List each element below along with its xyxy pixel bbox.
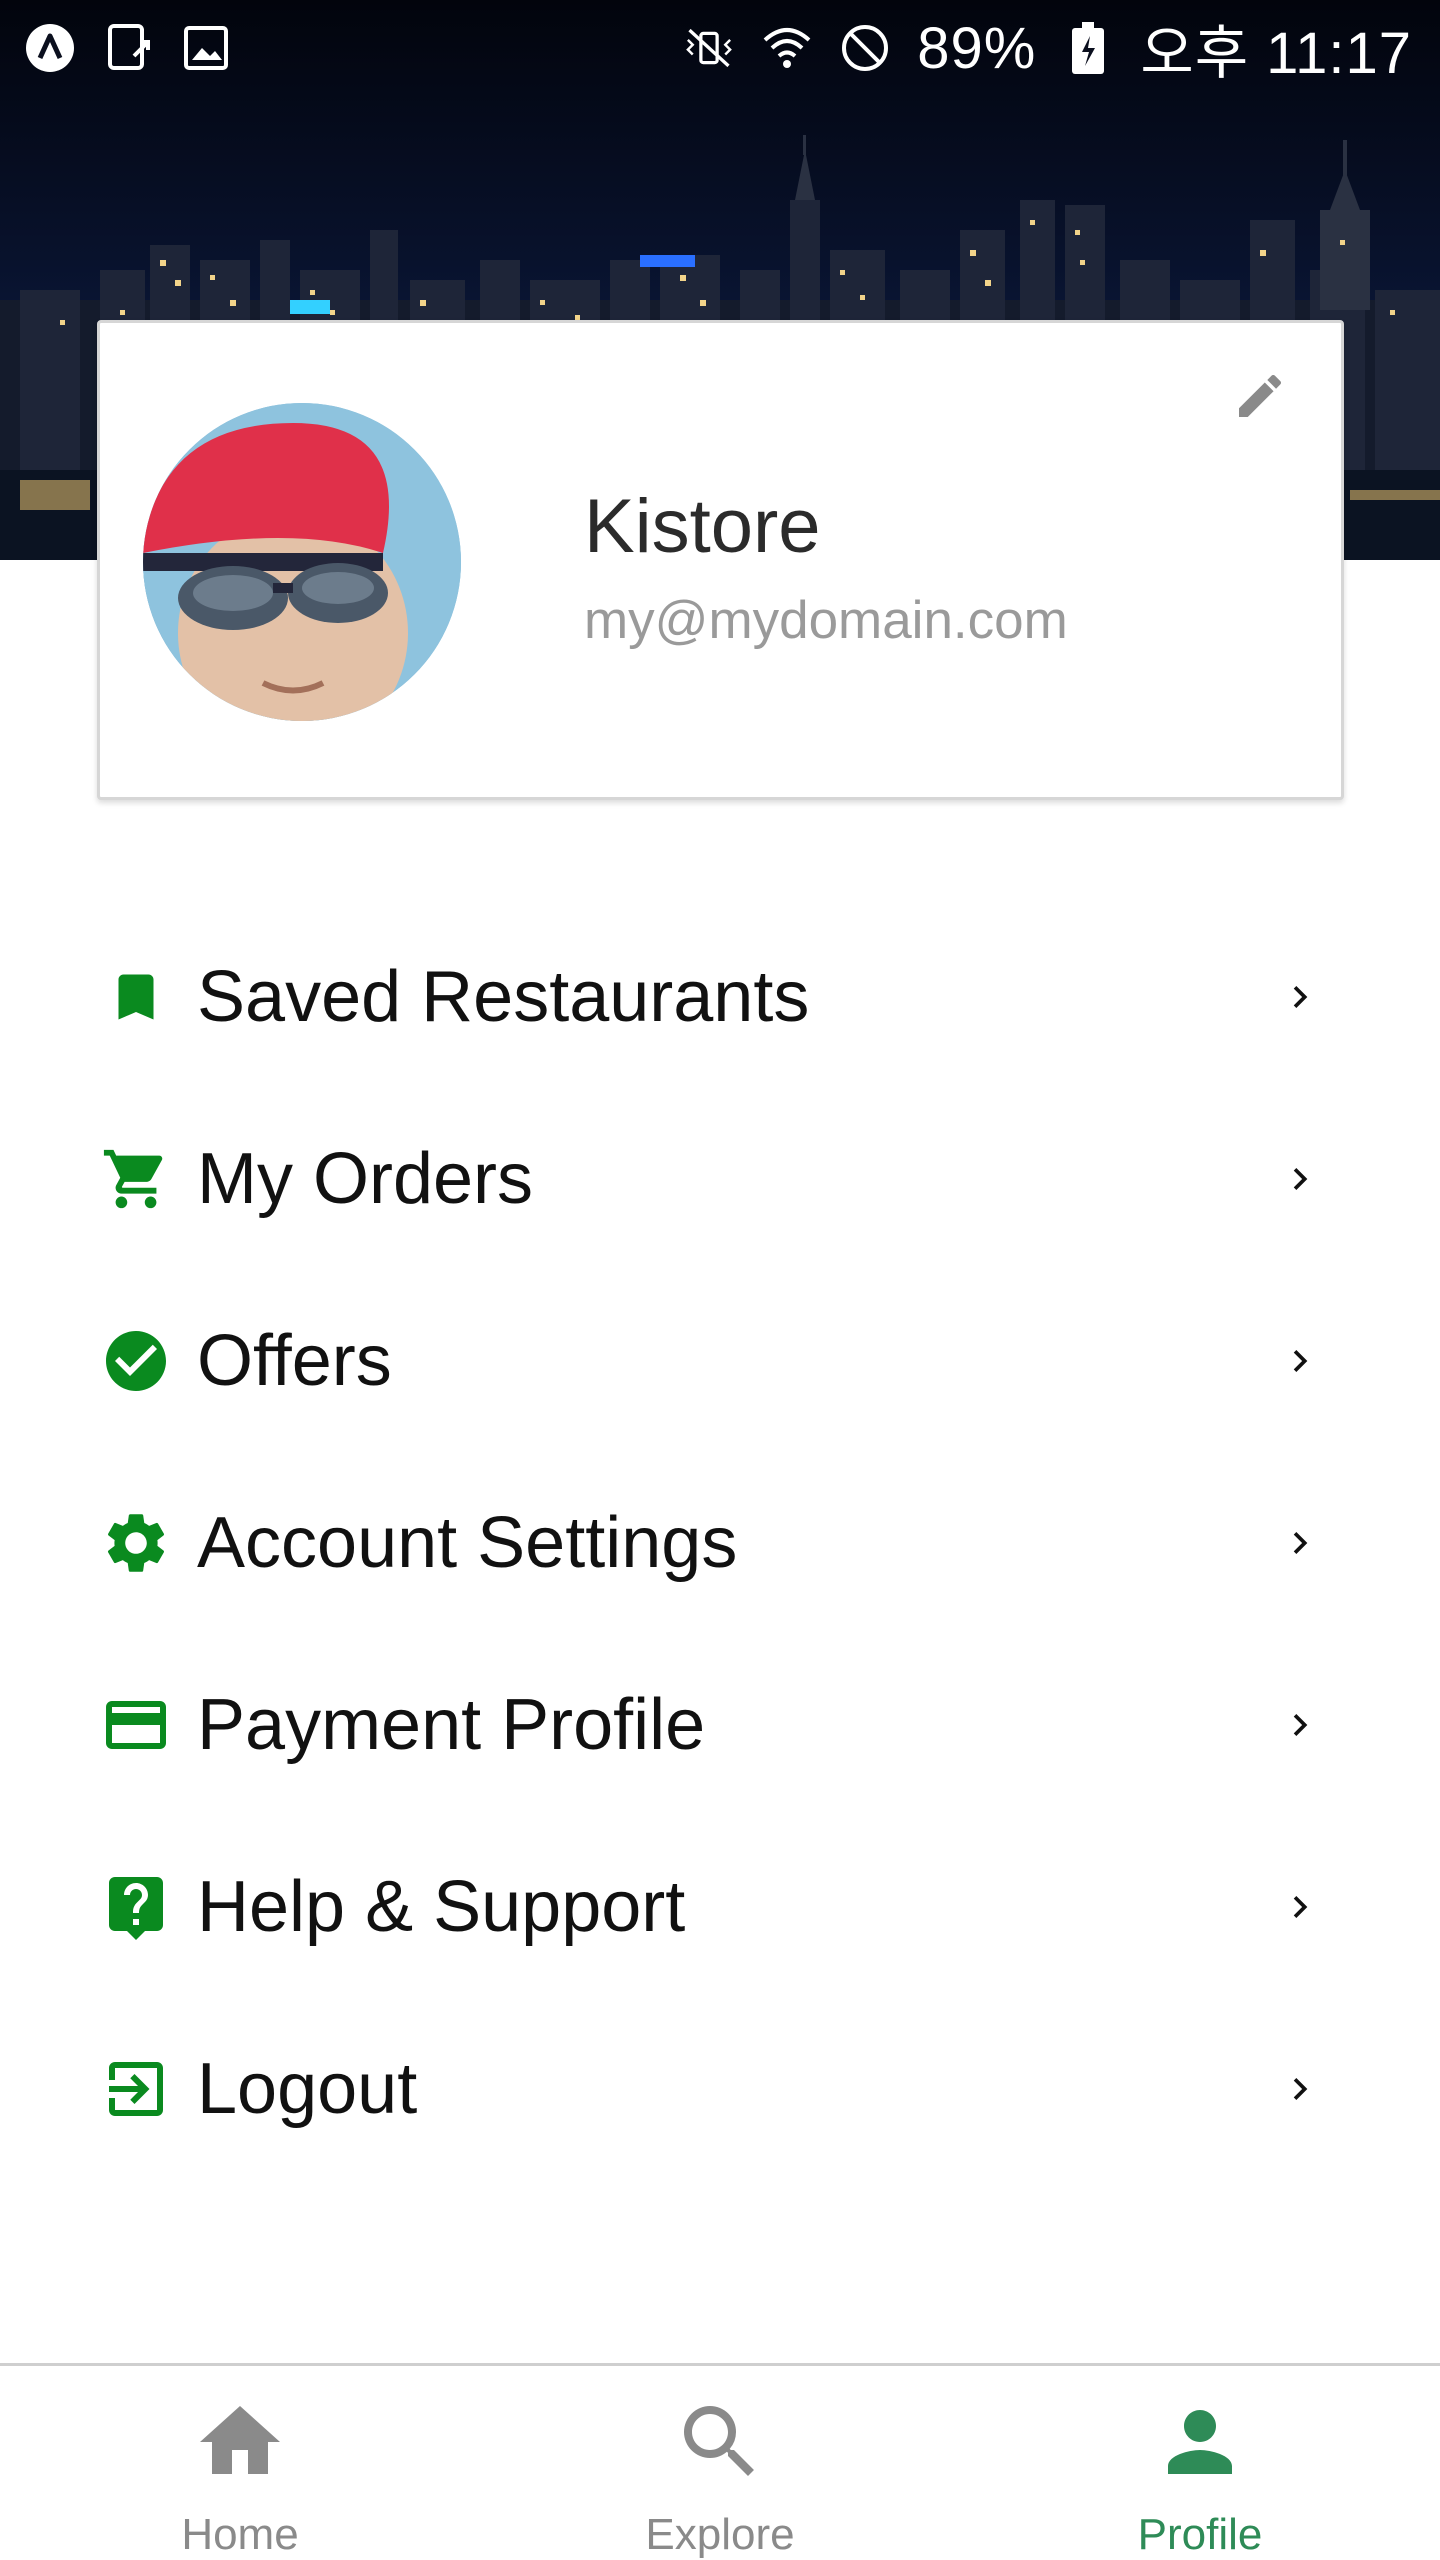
- menu-item-offers[interactable]: Offers: [0, 1270, 1440, 1452]
- user-name: Kistore: [584, 484, 821, 569]
- nav-tab-label: Profile: [1137, 2510, 1263, 2559]
- nav-tab-explore[interactable]: Explore: [480, 2366, 960, 2560]
- nav-tab-label: Explore: [645, 2510, 795, 2559]
- chevron-right-icon: [1278, 1339, 1322, 1383]
- menu-item-label: Payment Profile: [197, 1685, 706, 1765]
- chevron-right-icon: [1278, 1885, 1322, 1929]
- menu-item-label: Offers: [197, 1321, 392, 1401]
- avatar-photo: [143, 403, 461, 721]
- user-email: my@mydomain.com: [584, 591, 1068, 650]
- profile-menu: Saved Restaurants My Orders Offers Accou…: [0, 906, 1440, 2180]
- chevron-right-icon: [1278, 2067, 1322, 2111]
- nav-tab-profile[interactable]: Profile: [960, 2366, 1440, 2560]
- menu-item-label: Help & Support: [197, 1867, 686, 1947]
- menu-item-label: Account Settings: [197, 1503, 738, 1583]
- check-circle-icon: [100, 1325, 172, 1397]
- search-icon: [670, 2394, 770, 2490]
- screen-share-icon: [102, 22, 154, 74]
- bottom-navigation: Home Explore Profile: [0, 2363, 1440, 2560]
- cart-icon: [100, 1143, 172, 1215]
- chevron-right-icon: [1278, 1703, 1322, 1747]
- vibrate-icon: [683, 22, 735, 74]
- menu-item-saved-restaurants[interactable]: Saved Restaurants: [0, 906, 1440, 1088]
- chevron-right-icon: [1278, 1521, 1322, 1565]
- bookmark-icon: [100, 961, 172, 1033]
- app-icon: [24, 22, 76, 74]
- status-bar: 89% 오후 11:17: [0, 0, 1440, 96]
- menu-item-label: Saved Restaurants: [197, 957, 810, 1037]
- profile-card: Kistore my@mydomain.com: [97, 320, 1344, 800]
- chevron-right-icon: [1278, 1157, 1322, 1201]
- logout-icon: [100, 2053, 172, 2125]
- menu-item-my-orders[interactable]: My Orders: [0, 1088, 1440, 1270]
- person-icon: [1150, 2394, 1250, 2490]
- menu-item-label: Logout: [197, 2049, 418, 2129]
- wifi-icon: [761, 22, 813, 74]
- menu-item-account-settings[interactable]: Account Settings: [0, 1452, 1440, 1634]
- nav-tab-home[interactable]: Home: [0, 2366, 480, 2560]
- image-icon: [180, 22, 232, 74]
- gear-icon: [100, 1507, 172, 1579]
- status-time: 오후 11:17: [1140, 21, 1412, 86]
- battery-icon: [1062, 22, 1114, 74]
- battery-percent: 89%: [917, 15, 1037, 81]
- do-not-disturb-icon: [839, 22, 891, 74]
- menu-item-payment-profile[interactable]: Payment Profile: [0, 1634, 1440, 1816]
- menu-item-label: My Orders: [197, 1139, 534, 1219]
- home-icon: [190, 2394, 290, 2490]
- chevron-right-icon: [1278, 975, 1322, 1019]
- nav-tab-label: Home: [181, 2510, 299, 2559]
- help-icon: [100, 1871, 172, 1943]
- avatar[interactable]: [143, 403, 461, 721]
- menu-item-help-support[interactable]: Help & Support: [0, 1816, 1440, 1998]
- pencil-icon: [1232, 368, 1288, 429]
- profile-screen: 89% 오후 11:17 Kistore my@mydomain.com Sav…: [0, 0, 1440, 2560]
- menu-item-logout[interactable]: Logout: [0, 1998, 1440, 2180]
- credit-card-icon: [100, 1689, 172, 1761]
- edit-profile-button[interactable]: [1227, 365, 1293, 431]
